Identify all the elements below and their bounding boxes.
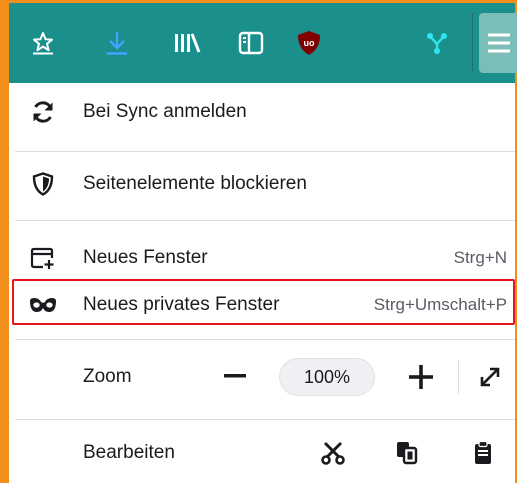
ublock-button[interactable]: uo [289, 21, 329, 65]
plus-icon [409, 365, 433, 389]
browser-toolbar: uo [9, 3, 517, 83]
edit-label: Bearbeiten [83, 442, 175, 463]
minus-icon [224, 374, 246, 378]
downloads-button[interactable] [97, 21, 137, 65]
bookmarks-star-button[interactable] [23, 21, 63, 65]
bookmarks-star-icon [33, 32, 53, 55]
ublock-icon: uo [298, 31, 320, 55]
fork-extension-button[interactable] [417, 21, 457, 65]
menu-item-sync[interactable]: Bei Sync anmelden [9, 87, 515, 137]
zoom-separator [458, 360, 459, 394]
hamburger-menu-icon [488, 33, 510, 53]
downloads-icon [107, 32, 127, 55]
zoom-reset-button[interactable]: 100% [279, 358, 375, 396]
cut-button[interactable] [313, 433, 353, 473]
sidebar-icon [238, 31, 264, 55]
toolbar-separator [472, 13, 473, 73]
fullscreen-button[interactable] [470, 357, 510, 397]
fork-icon [427, 33, 447, 54]
menu-item-new-window[interactable]: Neues Fenster Strg+N [9, 233, 515, 283]
zoom-out-button[interactable] [215, 357, 255, 397]
menu-separator [15, 220, 515, 221]
paste-button[interactable] [463, 433, 503, 473]
zoom-label: Zoom [83, 366, 132, 387]
svg-text:uo: uo [304, 38, 315, 48]
menu-item-edit: Bearbeiten [9, 428, 515, 478]
library-button[interactable] [167, 21, 207, 65]
copy-button[interactable] [387, 433, 427, 473]
shield-icon [29, 170, 57, 198]
fullscreen-icon [480, 367, 500, 387]
sidebar-button[interactable] [231, 21, 271, 65]
menu-item-new-window-label: Neues Fenster [83, 247, 208, 268]
zoom-in-button[interactable] [401, 357, 441, 397]
library-icon [175, 33, 201, 53]
screenshot-frame-left [0, 0, 9, 483]
menu-item-new-window-shortcut: Strg+N [453, 248, 507, 267]
menu-item-zoom: Zoom 100% [9, 352, 515, 402]
scissors-icon [321, 441, 345, 465]
menu-item-sync-label: Bei Sync anmelden [83, 101, 247, 122]
menu-item-block-elements[interactable]: Seitenelemente blockieren [9, 159, 515, 209]
sync-icon [29, 98, 57, 126]
menu-separator [15, 419, 515, 420]
new-window-icon [29, 244, 57, 272]
menu-separator [15, 151, 515, 152]
menu-separator [15, 339, 515, 340]
clipboard-icon [475, 440, 491, 464]
copy-icon [397, 442, 418, 465]
app-menu-button[interactable] [479, 13, 517, 73]
highlight-box [12, 279, 515, 325]
menu-item-block-elements-label: Seitenelemente blockieren [83, 173, 307, 194]
